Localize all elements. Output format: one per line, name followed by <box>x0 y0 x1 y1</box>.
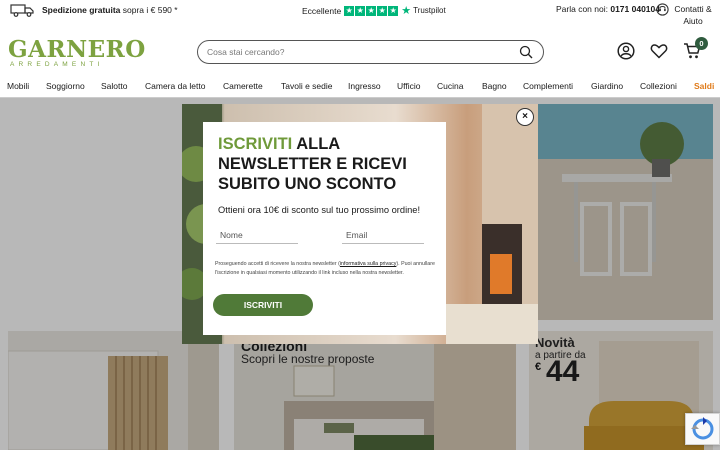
main-nav: Mobili Soggiorno Salotto Camera da letto… <box>0 74 720 98</box>
newsletter-modal: ISCRIVITI ALLA NEWSLETTER E RICEVI SUBIT… <box>182 104 538 344</box>
site-header: GARNERO ARREDAMENTI 0 <box>0 32 720 74</box>
star-icon: ★ <box>388 5 399 16</box>
nav-item-saldi[interactable]: Saldi <box>694 81 714 91</box>
newsletter-form-panel: ISCRIVITI ALLA NEWSLETTER E RICEVI SUBIT… <box>203 122 446 335</box>
shipping-bold: Spedizione gratuita <box>42 5 121 15</box>
nav-item-ufficio[interactable]: Ufficio <box>397 81 420 91</box>
modal-title: ISCRIVITI ALLA NEWSLETTER E RICEVI SUBIT… <box>218 134 433 194</box>
trustpilot-rating[interactable]: Eccellente ★ ★ ★ ★ ★ ★ Trustpilot <box>302 4 446 17</box>
star-icon: ★ <box>377 5 388 16</box>
recaptcha-badge[interactable] <box>685 413 720 445</box>
contact-help-link[interactable]: Contatti & Aiuto <box>656 3 713 27</box>
modal-title-highlight: ISCRIVITI <box>218 135 293 153</box>
privacy-note: Proseguendo accetti di ricevere la nostr… <box>215 261 435 276</box>
trustpilot-star-icon: ★ <box>401 5 412 17</box>
nav-item-collezioni[interactable]: Collezioni <box>640 81 677 91</box>
nav-item-soggiorno[interactable]: Soggiorno <box>46 81 85 91</box>
search-bar <box>197 40 544 64</box>
contact-label: Contatti & Aiuto <box>674 4 712 26</box>
trust-label: Eccellente <box>302 5 342 16</box>
nav-item-camerette[interactable]: Camerette <box>223 81 263 91</box>
name-field[interactable] <box>216 226 298 244</box>
shipping-rest: sopra i € 590 * <box>120 5 178 15</box>
nav-item-ingresso[interactable]: Ingresso <box>348 81 381 91</box>
cart-count-badge: 0 <box>695 37 708 50</box>
nav-item-salotto[interactable]: Salotto <box>101 81 127 91</box>
nav-item-mobili[interactable]: Mobili <box>7 81 29 91</box>
modal-lead-text: Ottieni ora 10€ di sconto sul tuo prossi… <box>218 205 421 215</box>
phone-number: 0171 040104 <box>610 4 660 14</box>
phone-contact[interactable]: Parla con noi: 0171 040104 <box>556 4 660 14</box>
recaptcha-icon <box>691 417 714 440</box>
nav-item-tavoli-e-sedie[interactable]: Tavoli e sedie <box>281 81 333 91</box>
search-icon[interactable] <box>519 45 533 59</box>
shipping-info: Spedizione gratuita sopra i € 590 * <box>10 3 178 17</box>
account-icon[interactable] <box>617 42 635 60</box>
nav-item-cucina[interactable]: Cucina <box>437 81 463 91</box>
search-input[interactable] <box>198 41 498 63</box>
nav-item-bagno[interactable]: Bagno <box>482 81 507 91</box>
truck-icon <box>10 4 34 17</box>
nav-item-giardino[interactable]: Giardino <box>591 81 623 91</box>
top-bar: Spedizione gratuita sopra i € 590 * Ecce… <box>0 0 720 32</box>
phone-prefix: Parla con noi: <box>556 4 611 14</box>
trust-stars: ★ ★ ★ ★ ★ <box>344 5 399 16</box>
subscribe-button[interactable]: ISCRIVITI <box>213 294 313 316</box>
star-icon: ★ <box>344 5 355 16</box>
nav-item-camera-da-letto[interactable]: Camera da letto <box>145 81 205 91</box>
close-icon[interactable]: × <box>516 108 534 126</box>
star-icon: ★ <box>366 5 377 16</box>
email-field[interactable] <box>342 226 424 244</box>
trustpilot-logo: ★ Trustpilot <box>401 5 446 17</box>
headset-icon <box>656 3 669 16</box>
wishlist-heart-icon[interactable] <box>650 42 668 60</box>
privacy-link[interactable]: informativa sulla privacy <box>340 261 397 267</box>
nav-item-complementi[interactable]: Complementi <box>523 81 573 91</box>
logo-main: GARNERO <box>8 36 146 63</box>
star-icon: ★ <box>355 5 366 16</box>
logo[interactable]: GARNERO ARREDAMENTI <box>8 36 146 69</box>
